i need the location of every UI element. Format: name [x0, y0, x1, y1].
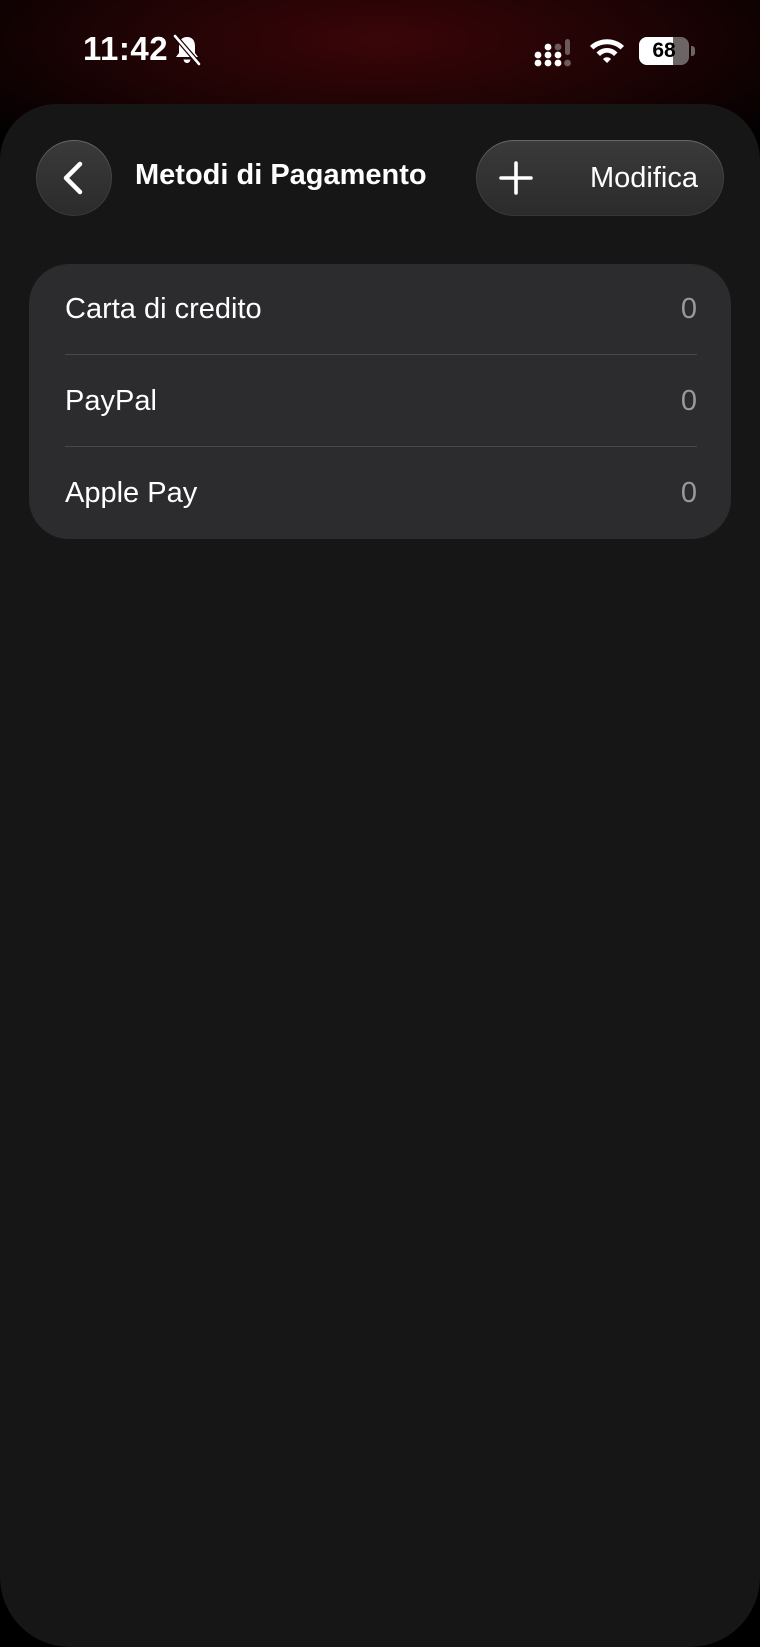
list-item-count: 0: [680, 293, 697, 325]
wifi-icon: [590, 39, 624, 63]
signal-icon: [534, 39, 571, 67]
battery-level: 68: [652, 39, 676, 62]
back-button[interactable]: [36, 140, 112, 216]
list-item-label: Apple Pay: [65, 477, 198, 509]
edit-button[interactable]: Modifica: [576, 140, 724, 216]
status-bar: 11:42 68: [0, 0, 760, 100]
header-actions: Modifica: [476, 140, 724, 216]
plus-icon: [499, 161, 533, 195]
page-title: Metodi di Pagamento: [135, 159, 427, 191]
bell-slash-icon: [172, 34, 202, 66]
list-item-apple-pay[interactable]: Apple Pay 0: [29, 448, 731, 539]
divider: [65, 354, 697, 355]
add-payment-method-button[interactable]: [476, 140, 556, 216]
battery-icon: 68: [639, 37, 695, 65]
list-item-count: 0: [680, 477, 697, 509]
payment-methods-list: Carta di credito 0 PayPal 0 Apple Pay 0: [29, 264, 731, 539]
list-item-count: 0: [680, 385, 697, 417]
status-time: 11:42: [83, 30, 169, 67]
list-item-label: PayPal: [65, 385, 157, 417]
list-item-label: Carta di credito: [65, 293, 262, 325]
divider: [65, 446, 697, 447]
chevron-left-icon: [63, 161, 83, 195]
list-item-credit-card[interactable]: Carta di credito 0: [29, 264, 731, 355]
payment-methods-sheet: Metodi di Pagamento Modifica Carta di cr…: [0, 104, 760, 1647]
list-item-paypal[interactable]: PayPal 0: [29, 356, 731, 447]
